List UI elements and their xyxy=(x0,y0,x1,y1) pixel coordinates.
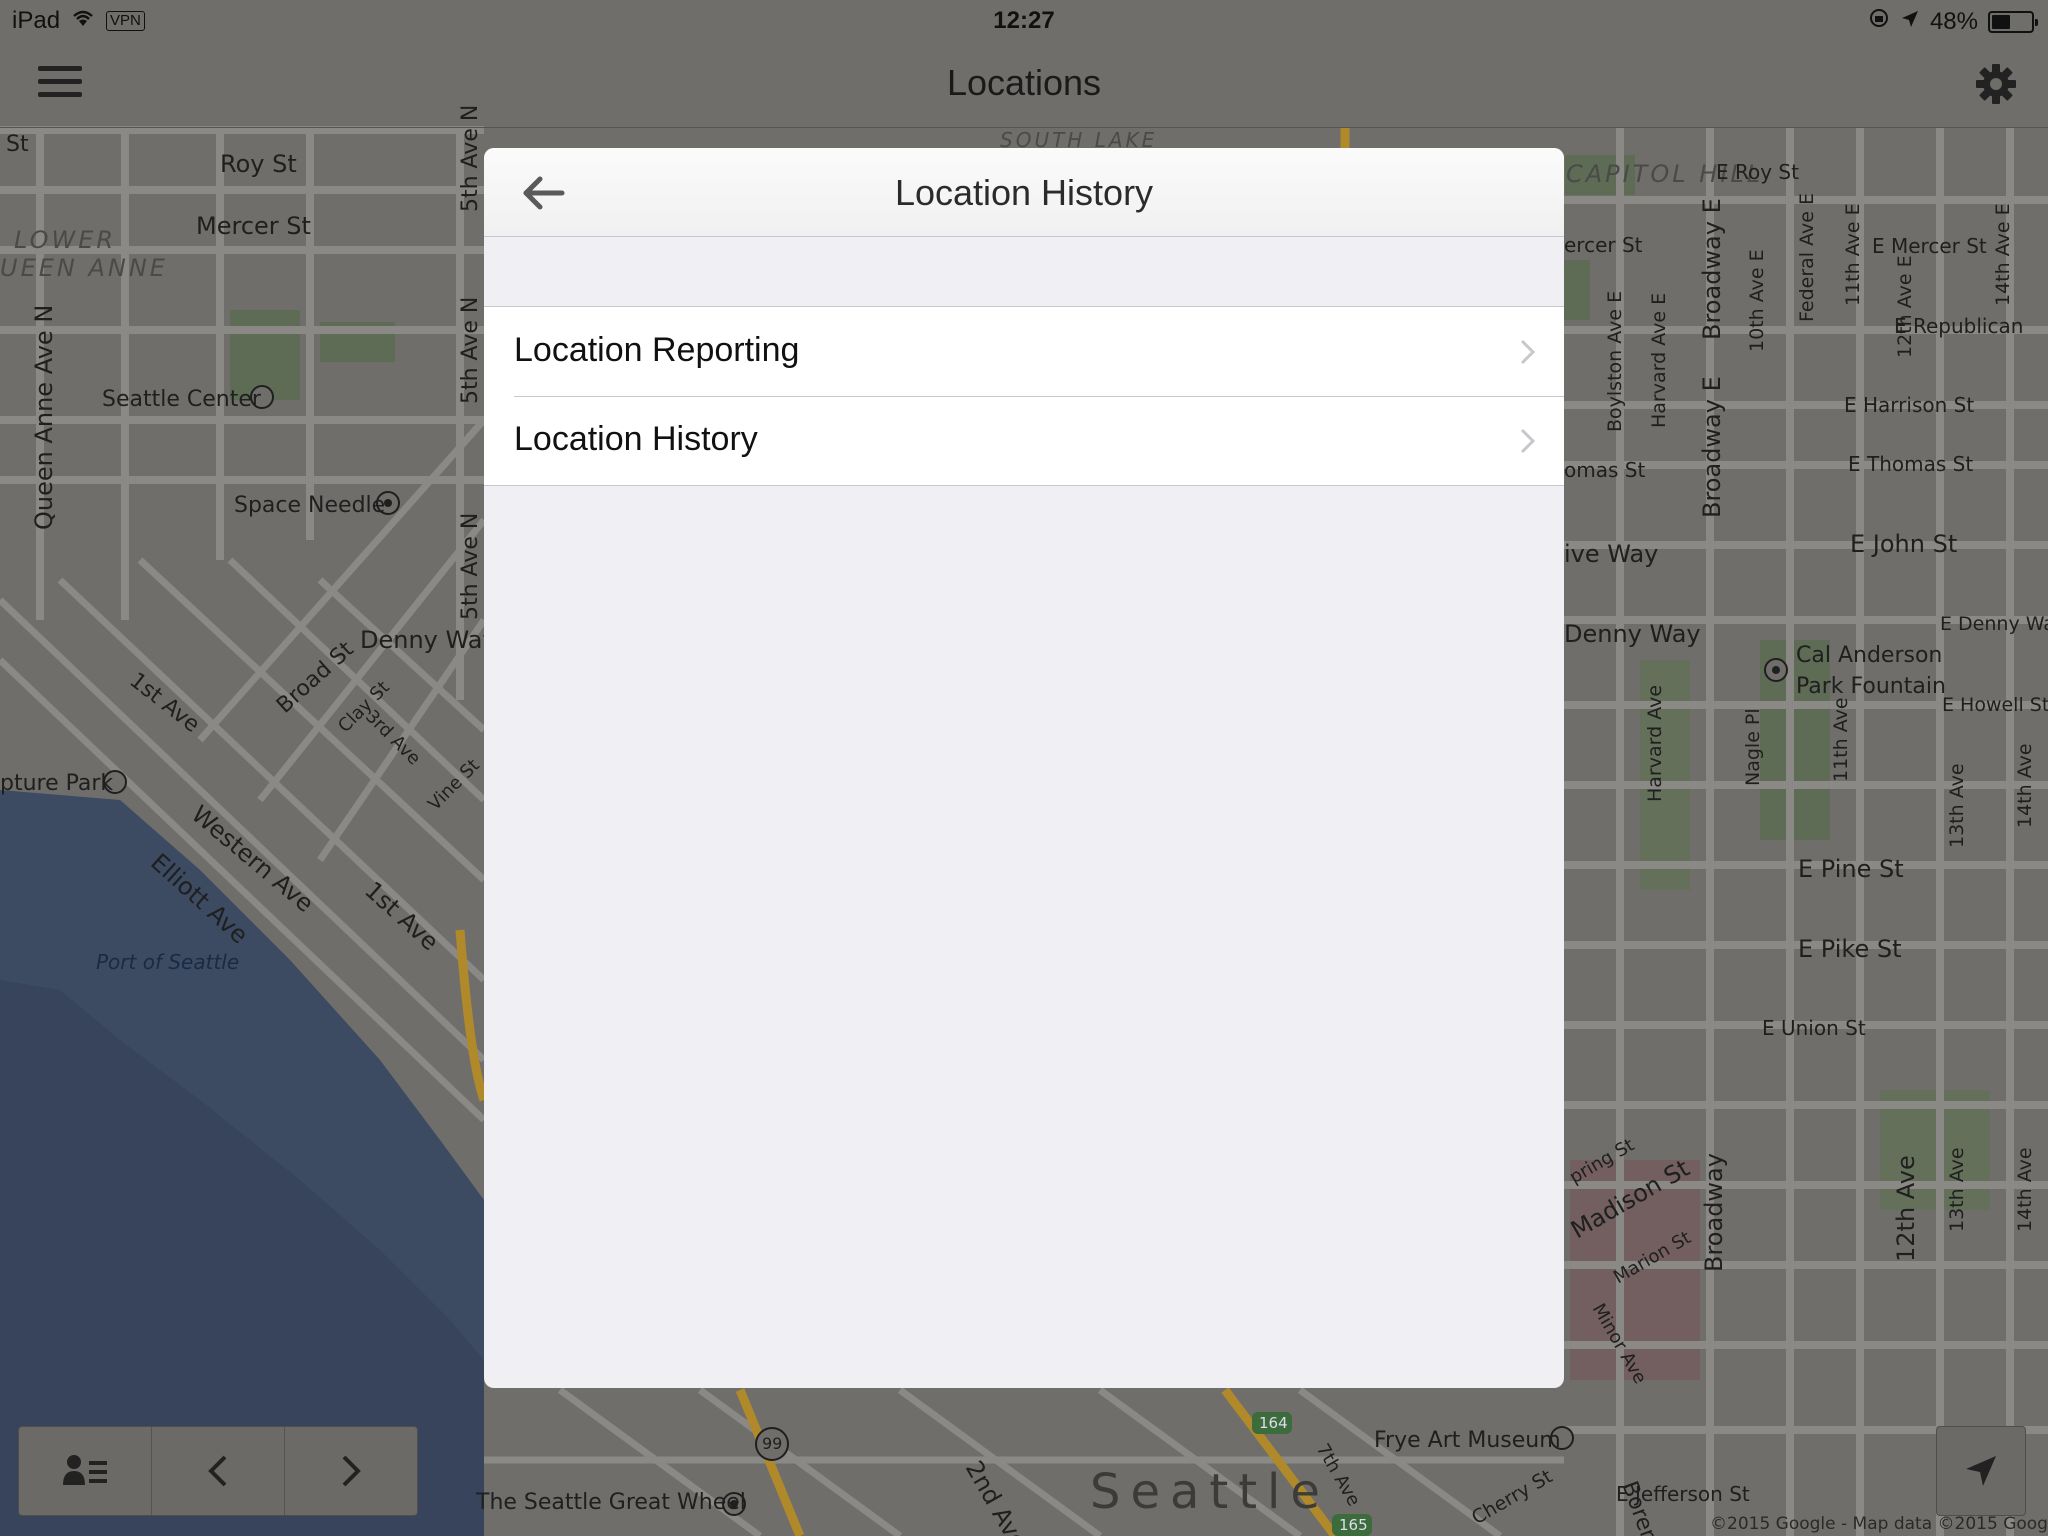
map-label-e-mercer-st: E Mercer St xyxy=(1872,234,1987,258)
settings-list: Location Reporting Location History xyxy=(484,306,1564,486)
modal-header: Location History xyxy=(484,148,1564,237)
map-label-fourteenth-ave: 14th Ave xyxy=(2014,743,2036,828)
chevron-left-icon[interactable] xyxy=(151,1427,284,1515)
map-label-fourteenth-ave-2: 14th Ave xyxy=(2014,1147,2036,1232)
map-label-e-howell-st: E Howell St xyxy=(1942,694,2048,716)
map-label-eleventh-ave: 11th Ave xyxy=(1830,697,1852,782)
map-label-e-union-st: E Union St xyxy=(1762,1016,1866,1040)
map-label-twelfth-ave: 12th Ave xyxy=(1892,1155,1920,1262)
battery-icon xyxy=(1988,10,2038,33)
map-label-fourteenth-ave-e: 14th Ave E xyxy=(1992,203,2014,306)
chevron-right-icon xyxy=(1520,428,1536,454)
contact-list-icon[interactable] xyxy=(19,1427,151,1515)
chevron-right-icon[interactable] xyxy=(284,1427,417,1515)
location-arrow-icon[interactable] xyxy=(1936,1426,2026,1516)
map-label-e-thomas-st: E Thomas St xyxy=(1848,452,1974,476)
location-history-modal: Location History Location Reporting Loca… xyxy=(484,148,1564,1388)
map-label-harvard-ave: Harvard Ave xyxy=(1644,684,1666,802)
status-time: 12:27 xyxy=(993,7,1055,34)
map-label-space-needle: Space Needle xyxy=(234,493,386,518)
map-label-nagle-pl: Nagle Pl xyxy=(1742,708,1764,786)
map-label-seattle: Seattle xyxy=(1090,1464,1330,1520)
map-label-e-pine-st: E Pine St xyxy=(1798,855,1904,883)
modal-title: Location History xyxy=(894,172,1154,213)
map-label-federal-ave-e: Federal Ave E xyxy=(1796,193,1818,322)
map-label-broadway-e-1: Broadway E xyxy=(1698,376,1726,518)
map-label-route-165: 165 xyxy=(1339,1516,1368,1534)
map-label-boylston-ave-e: Boylston Ave E xyxy=(1604,290,1626,432)
map-label-fifth-ave-n-3: 5th Ave N xyxy=(458,512,483,620)
map-label-mercer-st-right: ercer St xyxy=(1564,233,1643,257)
map-label-twelfth-ave-e: 12th Ave E xyxy=(1894,255,1916,358)
map-label-broadway: Broadway xyxy=(1700,1153,1728,1272)
map-label-thomas-st: omas St xyxy=(1564,458,1646,482)
map-copyright: ©2015 Google - Map data ©2015 Google xyxy=(1710,1514,2048,1534)
map-label-denny-way-right: Denny Way xyxy=(1564,620,1701,648)
gear-icon[interactable] xyxy=(1974,62,2018,106)
map-label-ive-way: ive Way xyxy=(1564,540,1659,568)
map-label-e-john-st: E John St xyxy=(1850,530,1958,558)
nav-bar: Locations xyxy=(0,40,2048,128)
map-label-queen-anne: UEEN ANNE xyxy=(0,254,168,282)
map-label-mercer-st: Mercer St xyxy=(196,212,311,240)
list-item-location-reporting[interactable]: Location Reporting xyxy=(484,307,1564,396)
map-label-thirteenth-ave-2: 13th Ave xyxy=(1946,1147,1968,1232)
list-item-label: Location History xyxy=(514,420,758,458)
map-label-denny-way: Denny Way xyxy=(360,626,497,654)
page-title: Locations xyxy=(946,62,1102,103)
map-label-roy-st: Roy St xyxy=(220,150,297,178)
map-label-route-164: 164 xyxy=(1259,1414,1288,1432)
map-label-tenth-ave-e: 10th Ave E xyxy=(1746,249,1768,352)
map-label-harvard-ave-e: Harvard Ave E xyxy=(1648,292,1670,428)
list-item-label: Location Reporting xyxy=(514,331,800,369)
map-label-e-harrison-st: E Harrison St xyxy=(1844,393,1975,417)
map-label-seattle-center: Seattle Center xyxy=(102,387,261,412)
map-label-port-of-seattle: Port of Seattle xyxy=(96,950,240,974)
map-label-st: St xyxy=(6,132,29,157)
status-bar: iPad VPN 12:27 48% xyxy=(0,0,2048,40)
list-item-location-history[interactable]: Location History xyxy=(484,396,1564,485)
battery-level-fill xyxy=(1992,14,2010,29)
map-label-sculpture-park: pture Park xyxy=(0,771,114,796)
rotation-lock-icon xyxy=(1868,7,1890,36)
map-label-great-wheel: The Seattle Great Wheel xyxy=(476,1490,746,1515)
map-label-queen-anne-ave-n: Queen Anne Ave N xyxy=(30,304,58,530)
map-label-cal-anderson-1: Cal Anderson xyxy=(1796,643,1943,668)
map-label-e-pike-st: E Pike St xyxy=(1798,935,1902,963)
battery-percent: 48% xyxy=(1929,7,1978,35)
location-services-icon xyxy=(1900,8,1920,36)
map-label-e-denny-way: E Denny Wa xyxy=(1940,613,2048,635)
map-label-fifth-ave-n-2: 5th Ave N xyxy=(458,296,483,404)
map-label-thirteenth-ave: 13th Ave xyxy=(1946,763,1968,848)
bottom-toolbar xyxy=(18,1426,418,1516)
map-label-lower: LOWER xyxy=(14,226,117,254)
map-label-route-99: 99 xyxy=(762,1434,783,1453)
map-label-e-roy-st: E Roy St xyxy=(1716,160,1799,184)
map-label-cal-anderson-2: Park Fountain xyxy=(1796,674,1946,699)
map-label-broadway-e-2: Broadway E xyxy=(1698,198,1726,340)
map-label-eleventh-ave-e: 11th Ave E xyxy=(1842,203,1864,306)
chevron-right-icon xyxy=(1520,339,1536,365)
map-label-frye-art-museum: Frye Art Museum xyxy=(1374,1428,1561,1453)
